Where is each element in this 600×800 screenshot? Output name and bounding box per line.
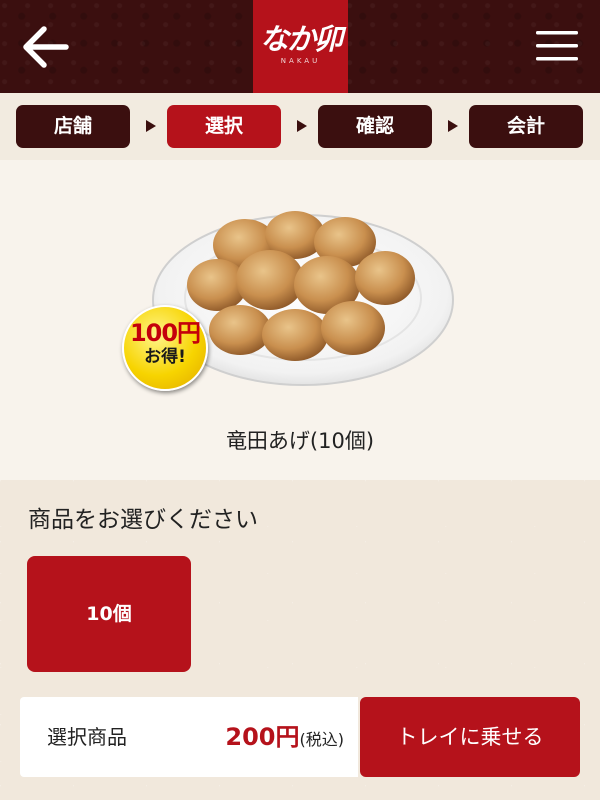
arrow-left-icon: [23, 26, 69, 68]
hamburger-menu-icon: [536, 31, 578, 61]
selected-item-bar: 選択商品 200円(税込): [20, 697, 358, 777]
step-arrow-icon: [297, 120, 307, 132]
step-arrow-icon: [146, 120, 156, 132]
discount-badge: 100円 お得!: [122, 305, 208, 391]
selected-item-price: 200円(税込): [225, 721, 344, 756]
brand-logo: なか卯 NAKAU: [253, 0, 348, 93]
tax-note: (税込): [299, 730, 345, 749]
price-value: 200円: [225, 723, 300, 751]
logo-text: なか卯: [259, 22, 343, 56]
step-confirm[interactable]: 確認: [318, 105, 432, 148]
product-section: 100円 お得! 竜田あげ(10個): [0, 160, 600, 480]
app-header: なか卯 NAKAU: [0, 0, 600, 93]
selected-item-label: 選択商品: [47, 725, 127, 749]
selection-title: 商品をお選びください: [28, 507, 258, 533]
product-name: 竜田あげ(10個): [225, 429, 375, 453]
menu-button[interactable]: [534, 26, 580, 66]
logo-subtext: NAKAU: [280, 57, 321, 65]
step-store[interactable]: 店舗: [16, 105, 130, 148]
step-checkout[interactable]: 会計: [469, 105, 583, 148]
step-arrow-icon: [448, 120, 458, 132]
step-navigation: 店舗 選択 確認 会計: [0, 93, 600, 160]
step-select[interactable]: 選択: [167, 105, 281, 148]
add-to-tray-button[interactable]: トレイに乗せる: [360, 697, 580, 777]
option-button-10pcs[interactable]: 10個: [27, 556, 191, 672]
badge-text: お得!: [144, 347, 186, 367]
back-button[interactable]: [20, 24, 70, 70]
badge-amount: 100円: [129, 319, 201, 347]
